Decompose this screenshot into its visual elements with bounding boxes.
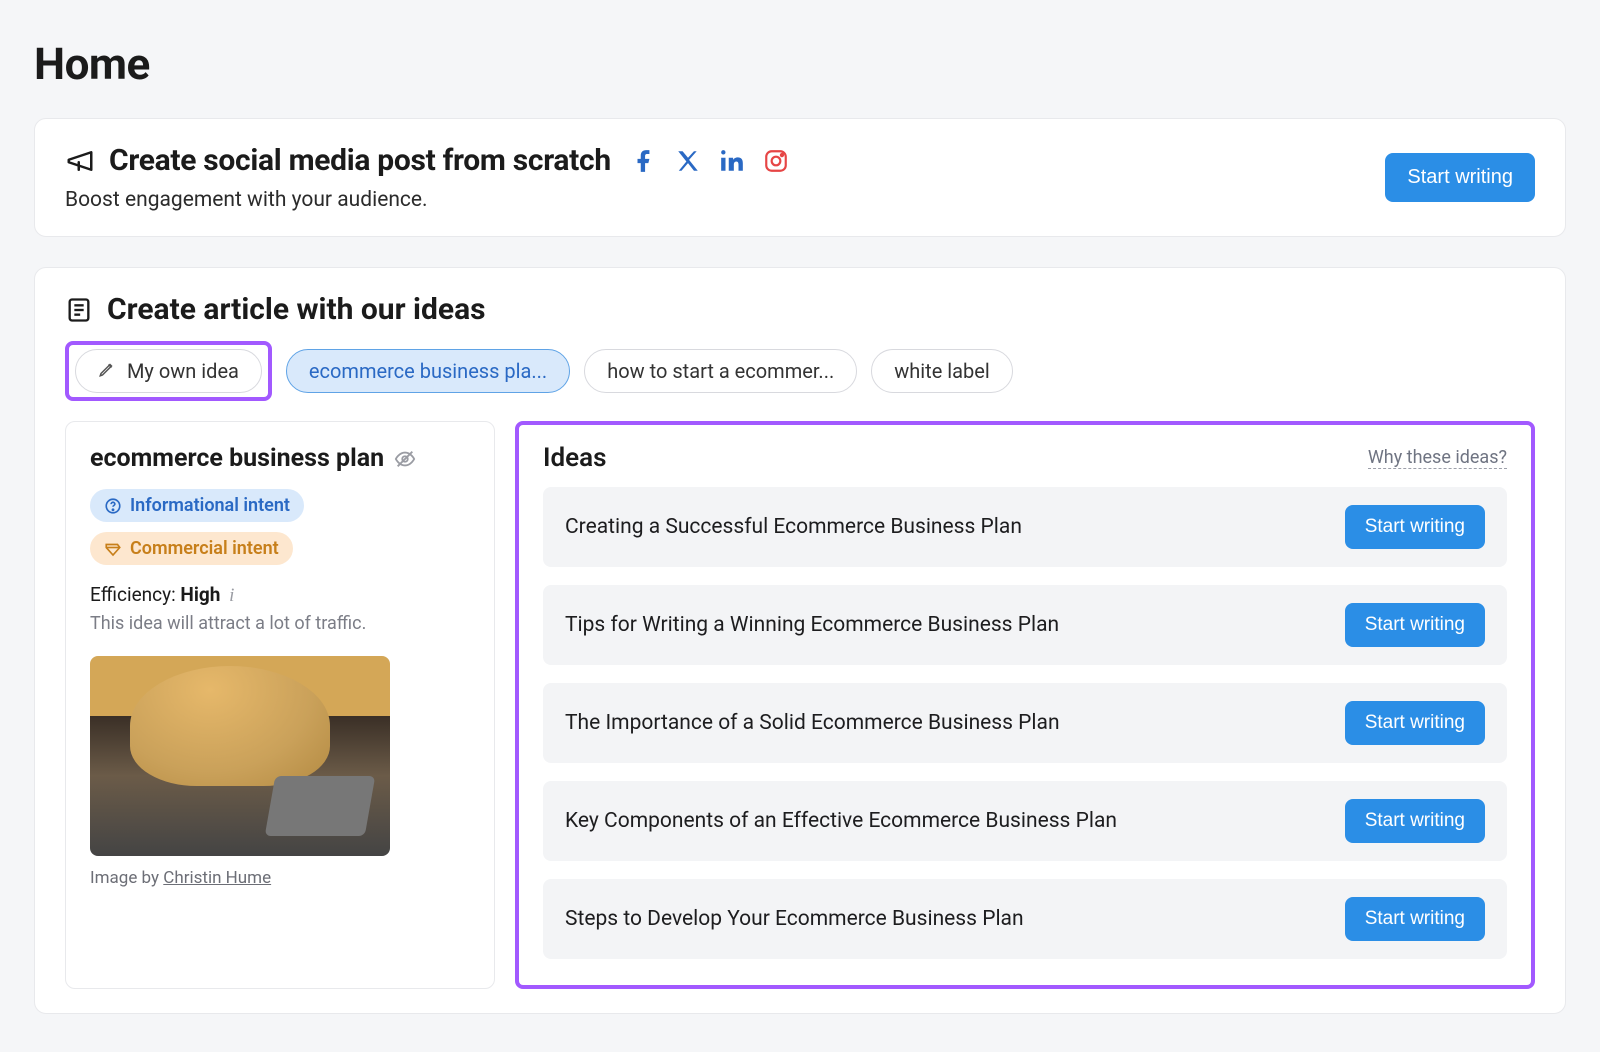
- page-title: Home: [34, 38, 1566, 90]
- start-writing-idea-button[interactable]: Start writing: [1345, 603, 1485, 647]
- article-card-title: Create article with our ideas: [107, 292, 486, 327]
- ideas-heading: Ideas: [543, 443, 606, 473]
- image-credit-link[interactable]: Christin Hume: [163, 868, 271, 888]
- hide-icon[interactable]: [394, 448, 416, 470]
- start-writing-idea-button[interactable]: Start writing: [1345, 505, 1485, 549]
- social-media-card: Create social media post from scratch: [34, 118, 1566, 237]
- info-icon[interactable]: i: [229, 585, 234, 606]
- efficiency-value: High: [180, 583, 220, 606]
- social-card-title: Create social media post from scratch: [109, 143, 611, 178]
- highlight-my-own-idea: My own idea: [65, 341, 272, 401]
- facebook-icon: [631, 148, 657, 174]
- chip-how-to-start[interactable]: how to start a ecommer...: [584, 349, 857, 393]
- idea-row: The Importance of a Solid Ecommerce Busi…: [543, 683, 1507, 763]
- image-credit: Image by Christin Hume: [90, 868, 470, 888]
- megaphone-icon: [65, 146, 95, 176]
- idea-title: Creating a Successful Ecommerce Business…: [565, 515, 1022, 539]
- idea-title: Key Components of an Effective Ecommerce…: [565, 809, 1117, 833]
- ideas-panel-highlight: Ideas Why these ideas? Creating a Succes…: [515, 421, 1535, 989]
- start-writing-social-button[interactable]: Start writing: [1385, 153, 1535, 202]
- efficiency-line: Efficiency: High i: [90, 583, 470, 607]
- start-writing-idea-button[interactable]: Start writing: [1345, 897, 1485, 941]
- idea-row: Key Components of an Effective Ecommerce…: [543, 781, 1507, 861]
- chip-my-own-idea-label: My own idea: [127, 359, 239, 383]
- badge-commercial-intent: Commercial intent: [90, 532, 293, 565]
- why-these-ideas-link[interactable]: Why these ideas?: [1368, 447, 1507, 469]
- efficiency-description: This idea will attract a lot of traffic.: [90, 613, 470, 634]
- badge-commercial-label: Commercial intent: [130, 538, 279, 559]
- chip-ecommerce-business-plan[interactable]: ecommerce business pla...: [286, 349, 570, 393]
- chip-white-label[interactable]: white label: [871, 349, 1012, 393]
- keyword-title: ecommerce business plan: [90, 444, 384, 473]
- pencil-icon: [98, 360, 116, 378]
- keyword-image: [90, 656, 390, 856]
- idea-title: Steps to Develop Your Ecommerce Business…: [565, 907, 1024, 931]
- idea-title: Tips for Writing a Winning Ecommerce Bus…: [565, 613, 1059, 637]
- instagram-icon: [763, 148, 789, 174]
- badge-informational-intent: Informational intent: [90, 489, 304, 522]
- article-ideas-card: Create article with our ideas My own ide…: [34, 267, 1566, 1014]
- start-writing-idea-button[interactable]: Start writing: [1345, 799, 1485, 843]
- idea-title: The Importance of a Solid Ecommerce Busi…: [565, 711, 1060, 735]
- idea-row: Steps to Develop Your Ecommerce Business…: [543, 879, 1507, 959]
- idea-row: Creating a Successful Ecommerce Business…: [543, 487, 1507, 567]
- idea-row: Tips for Writing a Winning Ecommerce Bus…: [543, 585, 1507, 665]
- image-credit-prefix: Image by: [90, 868, 163, 888]
- efficiency-label: Efficiency:: [90, 583, 180, 606]
- social-card-subtitle: Boost engagement with your audience.: [65, 188, 789, 212]
- keyword-detail-panel: ecommerce business plan Informational in…: [65, 421, 495, 989]
- start-writing-idea-button[interactable]: Start writing: [1345, 701, 1485, 745]
- document-icon: [65, 296, 93, 324]
- badge-informational-label: Informational intent: [130, 495, 290, 516]
- idea-chips: My own idea ecommerce business pla... ho…: [65, 341, 1535, 401]
- x-twitter-icon: [675, 148, 701, 174]
- chip-my-own-idea[interactable]: My own idea: [75, 349, 262, 393]
- linkedin-icon: [719, 148, 745, 174]
